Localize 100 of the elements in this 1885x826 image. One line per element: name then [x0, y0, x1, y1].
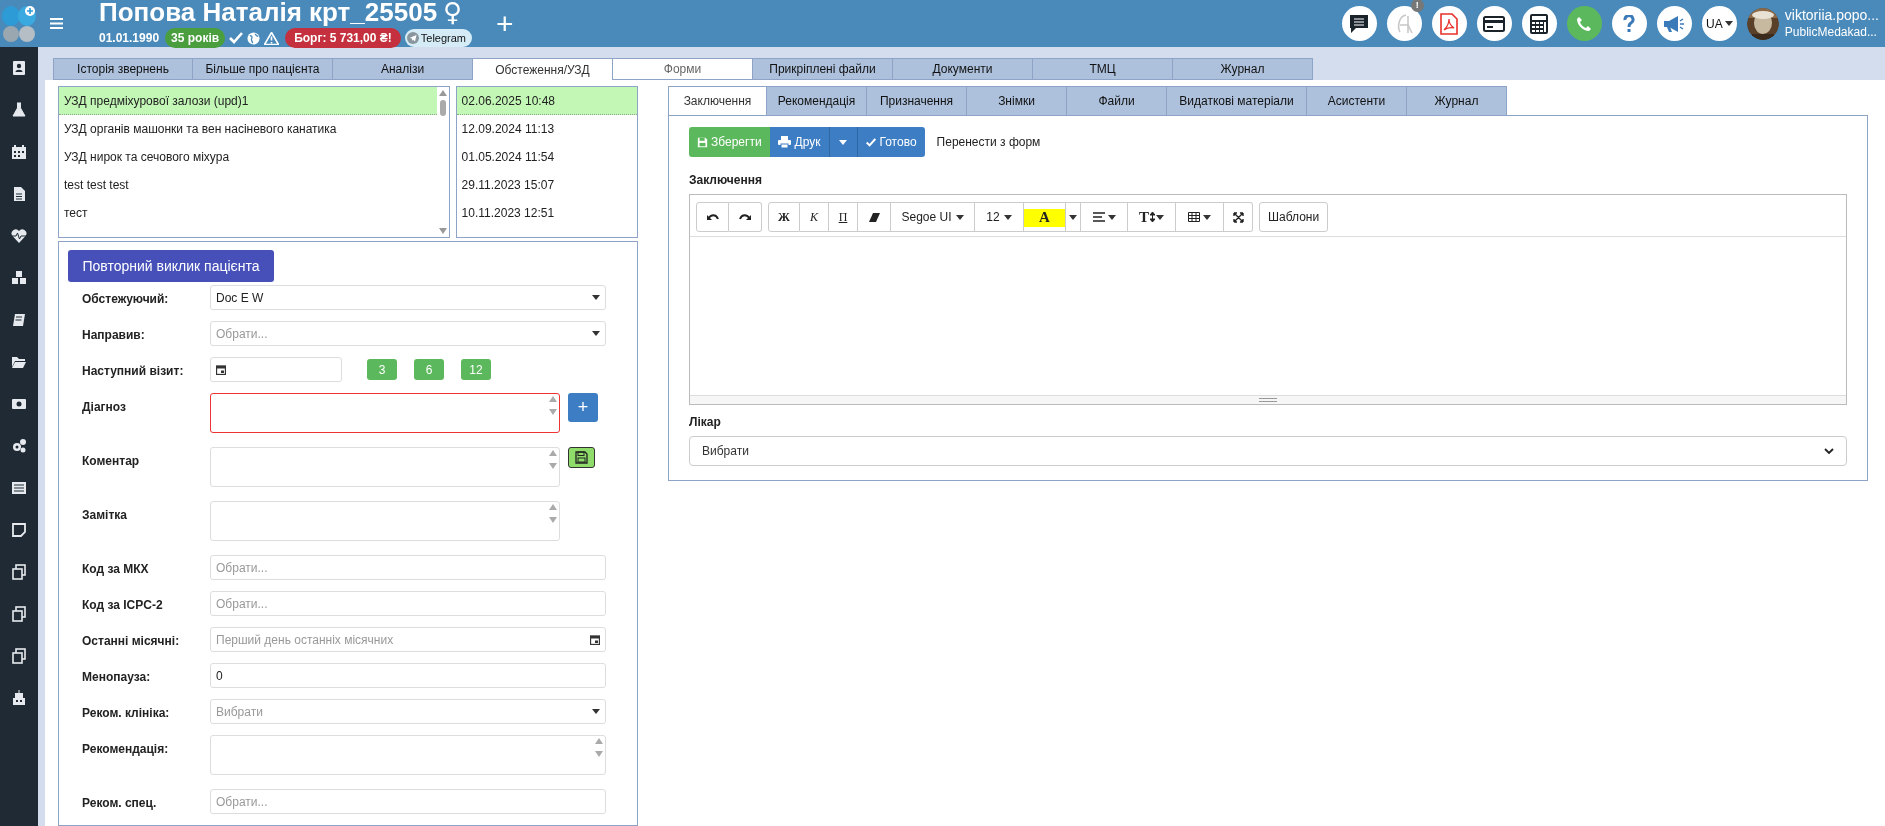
done-button[interactable]: Готово: [857, 127, 925, 157]
tab[interactable]: Аналізи: [333, 58, 473, 80]
table-dropdown[interactable]: [1176, 202, 1224, 232]
chat-button[interactable]: [1341, 6, 1377, 41]
note-icon[interactable]: [11, 522, 27, 538]
text-color-button[interactable]: A: [1024, 202, 1066, 232]
tab[interactable]: Файли: [1067, 86, 1167, 115]
heartbeat-icon[interactable]: [11, 228, 27, 244]
color-options-button[interactable]: [1066, 202, 1081, 232]
help-button[interactable]: [1611, 6, 1647, 41]
repeat-call-button[interactable]: Повторний виклик пацієнта: [68, 250, 274, 282]
italic-button[interactable]: К: [800, 202, 829, 232]
calculator-button[interactable]: [1521, 6, 1557, 41]
language-dropdown[interactable]: UA: [1701, 6, 1737, 41]
caret-icon: [1724, 21, 1733, 26]
tab[interactable]: Призначення: [867, 86, 967, 115]
dropdown-field[interactable]: Doc E W: [210, 285, 606, 310]
tab[interactable]: Асистенти: [1307, 86, 1407, 115]
list-item[interactable]: 10.11.2023 12:51: [456, 199, 637, 227]
caret-icon: [1003, 214, 1012, 220]
flask-icon[interactable]: [11, 102, 27, 118]
redo-button[interactable]: [729, 202, 762, 232]
credit-card-icon: [1483, 15, 1506, 32]
gears-icon[interactable]: [11, 438, 27, 454]
print-options-button[interactable]: [829, 127, 858, 157]
fullscreen-button[interactable]: [1224, 202, 1253, 232]
calendar-icon: [590, 634, 600, 645]
tab[interactable]: Історія звернень: [53, 58, 193, 80]
list-item[interactable]: тест: [59, 199, 437, 227]
list-item[interactable]: УЗД органів машонки та вен насіневого канатика: [59, 115, 437, 143]
add-button[interactable]: +: [496, 8, 514, 39]
tab[interactable]: Документи: [893, 58, 1033, 80]
list-item[interactable]: test test test: [59, 171, 437, 199]
line-height-dropdown[interactable]: T: [1128, 202, 1176, 232]
text-area[interactable]: [210, 393, 560, 433]
folder-icon[interactable]: [11, 354, 27, 370]
caret-icon: [1156, 214, 1164, 220]
calendar-icon[interactable]: [11, 144, 27, 160]
pdf-button[interactable]: [1431, 6, 1467, 41]
banknote-icon[interactable]: [11, 396, 27, 412]
list-item[interactable]: УЗД предміхурової залози (upd)1: [59, 87, 437, 115]
payment-card-button[interactable]: [1476, 6, 1512, 41]
tab[interactable]: Форми: [613, 58, 753, 80]
scroll-up-icon: [438, 90, 447, 96]
save-button[interactable]: [568, 447, 595, 468]
field-label: Реком. спец.: [81, 795, 158, 812]
tab[interactable]: Журнал: [1173, 58, 1313, 80]
date-field[interactable]: [210, 357, 342, 382]
cubes-icon[interactable]: [11, 270, 27, 286]
telegram-badge[interactable]: Telegram: [404, 28, 473, 48]
robot-icon[interactable]: [11, 690, 27, 706]
tab[interactable]: Заключення: [668, 86, 767, 115]
font-size-dropdown[interactable]: 12: [975, 202, 1024, 232]
list-icon[interactable]: [11, 480, 27, 496]
tab[interactable]: Прикріплені файли: [753, 58, 893, 80]
transfer-link[interactable]: Перенести з форм: [936, 133, 1041, 151]
tab[interactable]: Знімки: [967, 86, 1067, 115]
doctor-dropdown[interactable]: Вибрати: [689, 436, 1847, 466]
copy-icon[interactable]: [11, 606, 27, 622]
input-field[interactable]: 0: [210, 663, 606, 688]
list-item[interactable]: 02.06.2025 10:48: [456, 87, 637, 115]
list-item[interactable]: УЗД нирок та сечового міхура: [59, 143, 437, 171]
announcement-button[interactable]: [1656, 6, 1692, 41]
print-button[interactable]: Друк: [769, 127, 830, 157]
scrollbar-thumb[interactable]: [439, 100, 446, 116]
align-icon: [1092, 212, 1105, 222]
list-item[interactable]: 12.09.2024 11:13: [456, 115, 637, 143]
input-field[interactable]: Обрати...: [210, 591, 606, 616]
list-item[interactable]: 29.11.2023 15:07: [456, 171, 637, 199]
tab[interactable]: Рекомендація: [767, 86, 867, 115]
tab[interactable]: Видаткові матеріали: [1167, 86, 1307, 115]
copy-icon[interactable]: [11, 564, 27, 580]
pdf-icon: [1440, 12, 1459, 35]
undo-button[interactable]: [696, 202, 729, 232]
tab[interactable]: ТМЦ: [1033, 58, 1173, 80]
templates-button[interactable]: Шаблони: [1259, 202, 1329, 232]
contact-card-icon[interactable]: [11, 60, 27, 76]
underline-button[interactable]: П: [829, 202, 858, 232]
tab[interactable]: Журнал: [1407, 86, 1507, 115]
add-diagnosis-button[interactable]: +: [568, 393, 598, 422]
redo-icon: [739, 213, 751, 221]
warning-icon: [264, 31, 280, 45]
input-field[interactable]: Обрати...: [210, 555, 606, 580]
book-icon[interactable]: [11, 312, 27, 328]
input-field[interactable]: Обрати...: [210, 789, 606, 814]
align-dropdown[interactable]: [1081, 202, 1128, 232]
document-icon[interactable]: [11, 186, 27, 202]
bold-button[interactable]: Ж: [768, 202, 800, 232]
list-item[interactable]: 01.05.2024 11:54: [456, 143, 637, 171]
calculator-icon: [1530, 13, 1549, 34]
rich-text-editor[interactable]: Ж К П Segoe UI 12 A T Шаблони: [689, 194, 1847, 405]
clear-format-button[interactable]: [858, 202, 891, 232]
tab[interactable]: Більше про пацієнта: [193, 58, 333, 80]
user-name: viktoriia.popo...: [1784, 7, 1879, 25]
call-button[interactable]: [1566, 6, 1602, 41]
handwriting-button[interactable]: [1386, 6, 1422, 41]
copy-icon[interactable]: [11, 648, 27, 664]
font-dropdown[interactable]: Segoe UI: [891, 202, 975, 232]
tab[interactable]: Обстеження/УЗД: [473, 58, 613, 80]
scroll-down-icon: [438, 228, 447, 234]
